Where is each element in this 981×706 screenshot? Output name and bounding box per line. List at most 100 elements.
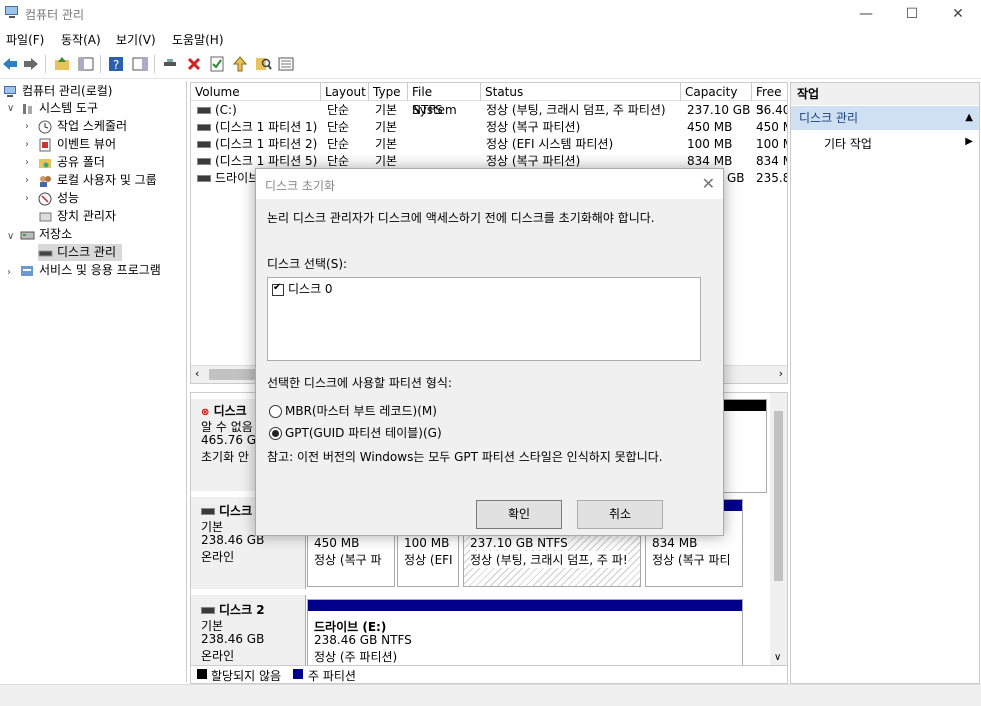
compat-note: 참고: 이전 버전의 Windows는 모두 GPT 파티션 스타일은 인식하지… xyxy=(267,450,663,464)
view-list-icon[interactable] xyxy=(277,55,295,73)
chevron-down-icon[interactable]: ∨ xyxy=(7,231,14,242)
toolbar-separator xyxy=(45,55,46,73)
help-icon[interactable]: ? xyxy=(107,55,125,73)
disk-icon xyxy=(38,250,53,256)
menu-bar: 파일(F) 동작(A) 보기(V) 도움말(H) xyxy=(0,28,981,50)
chevron-right-icon[interactable]: › xyxy=(25,175,29,186)
services-icon xyxy=(21,265,33,276)
toolbar-separator xyxy=(154,55,155,73)
partition-e-drive[interactable]: 드라이브 (E:) 238.46 GB NTFS 정상 (주 파티션) xyxy=(307,599,743,667)
scroll-down-icon[interactable]: ∨ xyxy=(774,652,781,663)
disk-select-list[interactable]: 디스크 0 xyxy=(267,277,701,361)
disk-icon xyxy=(201,508,215,515)
computer-icon xyxy=(4,85,16,97)
menu-action[interactable]: 동작(A) xyxy=(61,31,101,48)
chevron-right-icon[interactable]: › xyxy=(25,157,29,168)
toolbar-separator xyxy=(100,55,101,73)
event-log-icon xyxy=(39,138,51,151)
chevron-right-icon[interactable]: › xyxy=(7,267,11,278)
tree-storage[interactable]: 저장소 xyxy=(20,226,72,243)
column-header-status[interactable]: Status xyxy=(481,83,681,101)
chevron-right-icon[interactable]: › xyxy=(25,139,29,150)
dialog-close-button[interactable]: ✕ xyxy=(702,174,715,193)
collapse-up-icon[interactable]: ▲ xyxy=(965,106,973,130)
properties-icon[interactable] xyxy=(208,55,226,73)
tree-device-manager[interactable]: 장치 관리자 xyxy=(38,208,116,225)
clock-icon xyxy=(38,120,52,133)
volume-icon xyxy=(197,158,211,165)
column-header-free-space[interactable]: Free S xyxy=(752,83,787,117)
title-bar: 컴퓨터 관리 — ☐ ✕ xyxy=(0,0,981,28)
dialog-message: 논리 디스크 관리자가 디스크에 액세스하기 전에 디스크를 초기화해야 합니다… xyxy=(267,211,655,225)
menu-file[interactable]: 파일(F) xyxy=(6,31,44,48)
chevron-right-icon[interactable]: › xyxy=(25,121,29,132)
up-arrow-icon[interactable] xyxy=(231,55,249,73)
tree-shared-folders[interactable]: 공유 폴더 xyxy=(38,154,105,171)
back-arrow-icon[interactable] xyxy=(1,55,19,73)
forward-arrow-icon[interactable] xyxy=(22,55,40,73)
tree-local-users[interactable]: 로컬 사용자 및 그룹 xyxy=(38,172,157,189)
toolbar: ? xyxy=(0,51,981,79)
actions-section-disk-management[interactable]: 디스크 관리 ▲ xyxy=(791,106,979,130)
chevron-right-icon[interactable]: › xyxy=(25,193,29,204)
minimize-button[interactable]: — xyxy=(843,0,889,28)
column-header-file-system[interactable]: File System xyxy=(408,83,481,117)
connect-icon[interactable] xyxy=(161,55,179,73)
partition-style-label: 선택한 디스크에 사용할 파티션 형식: xyxy=(267,376,452,390)
tree-root[interactable]: 컴퓨터 관리(로컬) xyxy=(3,83,112,100)
tree-system-tools[interactable]: 시스템 도구 xyxy=(20,100,98,117)
gpt-radio-option[interactable]: GPT(GUID 파티션 테이블)(G) xyxy=(269,424,442,441)
column-header-capacity[interactable]: Capacity xyxy=(681,83,752,101)
disk-0-checkbox-item[interactable]: 디스크 0 xyxy=(272,280,333,297)
shared-folder-icon xyxy=(39,158,51,168)
table-row[interactable]: (디스크 1 파티션 1) 단순 기본 정상 (복구 파티션) 450 MB 4… xyxy=(191,119,787,136)
actions-pane: 작업 디스크 관리 ▲ 기타 작업 ▶ xyxy=(790,82,980,684)
tree-services[interactable]: 서비스 및 응용 프로그램 xyxy=(20,262,161,279)
vertical-scrollbar[interactable]: ∨ xyxy=(770,393,787,683)
maximize-button[interactable]: ☐ xyxy=(889,0,935,28)
scrollbar-thumb[interactable] xyxy=(774,411,783,581)
error-icon: ⊗ xyxy=(201,407,210,418)
submenu-arrow-icon: ▶ xyxy=(965,136,973,147)
mbr-radio[interactable] xyxy=(269,405,282,418)
tree-disk-management[interactable]: 디스크 관리 xyxy=(38,244,123,261)
dialog-title-bar: 디스크 초기화 ✕ xyxy=(256,169,723,199)
actions-header: 작업 xyxy=(791,83,979,105)
search-icon[interactable] xyxy=(254,55,272,73)
column-header-layout[interactable]: Layout xyxy=(321,83,369,101)
users-icon xyxy=(40,175,51,187)
disk-icon xyxy=(201,607,215,614)
scroll-left-icon[interactable]: ‹ xyxy=(195,367,199,380)
disk-2-info[interactable]: 디스크 2 기본 238.46 GB 온라인 xyxy=(191,595,306,665)
volume-icon xyxy=(197,175,211,182)
computer-management-icon xyxy=(5,6,18,18)
status-bar xyxy=(0,684,981,706)
close-window-button[interactable]: ✕ xyxy=(935,0,981,28)
column-header-type[interactable]: Type xyxy=(369,83,408,101)
tree-task-scheduler[interactable]: 작업 스케줄러 xyxy=(38,118,127,135)
volume-icon xyxy=(197,124,211,131)
tools-icon xyxy=(23,103,32,114)
console-tree: 컴퓨터 관리(로컬) ∨ 시스템 도구 › 작업 스케줄러 › 이벤트 뷰어 ›… xyxy=(0,81,187,682)
tree-event-viewer[interactable]: 이벤트 뷰어 xyxy=(38,136,116,153)
menu-view[interactable]: 보기(V) xyxy=(116,31,156,48)
table-row[interactable]: (C:) 단순 기본 NTFS 정상 (부팅, 크래시 덤프, 주 파티션) 2… xyxy=(191,102,787,119)
ok-button[interactable]: 확인 xyxy=(476,500,562,529)
more-actions-item[interactable]: 기타 작업 xyxy=(824,135,872,152)
device-manager-icon xyxy=(39,212,52,221)
menu-help[interactable]: 도움말(H) xyxy=(172,31,224,48)
show-hide-action-pane-icon[interactable] xyxy=(131,55,149,73)
checkbox-checked[interactable] xyxy=(272,282,284,296)
up-folder-icon[interactable] xyxy=(53,55,71,73)
legend-primary-swatch xyxy=(293,669,303,679)
show-hide-tree-icon[interactable] xyxy=(77,55,95,73)
delete-icon[interactable] xyxy=(185,55,203,73)
mbr-radio-option[interactable]: MBR(마스터 부트 레코드)(M) xyxy=(269,402,437,419)
chevron-down-icon[interactable]: ∨ xyxy=(7,103,14,114)
scroll-right-icon[interactable]: › xyxy=(779,367,783,380)
gpt-radio[interactable] xyxy=(269,427,282,440)
column-header-volume[interactable]: Volume xyxy=(191,83,321,101)
tree-performance[interactable]: 성능 xyxy=(38,190,79,207)
table-row[interactable]: (디스크 1 파티션 2) 단순 기본 정상 (EFI 시스템 파티션) 100… xyxy=(191,136,787,153)
cancel-button[interactable]: 취소 xyxy=(577,500,663,529)
